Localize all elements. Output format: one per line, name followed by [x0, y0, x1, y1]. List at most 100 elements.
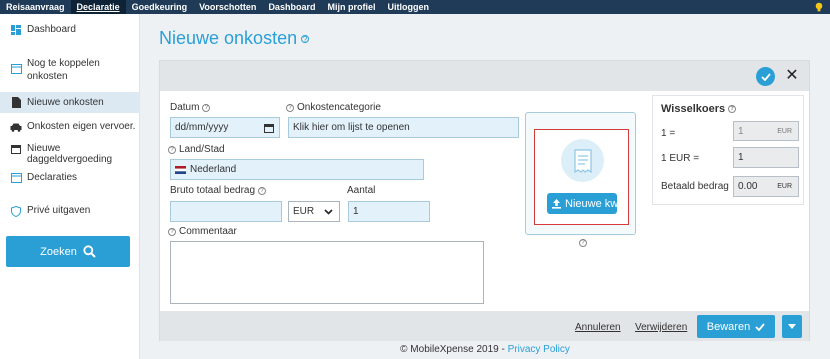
quantity-value: 1 — [353, 206, 359, 217]
country-field[interactable]: Nederland — [170, 159, 424, 180]
nav-mijn-profiel[interactable]: Mijn profiel — [321, 0, 381, 14]
country-value: Nederland — [190, 164, 237, 175]
quantity-field[interactable]: 1 — [348, 201, 430, 222]
window-icon — [10, 172, 22, 184]
country-label: ? Land/Stad — [168, 144, 225, 155]
sidebar-item-prive-uitgaven[interactable]: Privé uitgaven — [0, 205, 140, 217]
dashboard-icon — [10, 24, 22, 36]
close-icon[interactable]: ✕ — [784, 67, 800, 85]
sidebar-item-label: Nog te koppelen — [27, 58, 100, 69]
upload-highlight-box: Nieuwe kw — [534, 129, 629, 225]
nav-goedkeuring[interactable]: Goedkeuring — [126, 0, 194, 14]
nav-uitloggen[interactable]: Uitloggen — [381, 0, 435, 14]
paid-amount-label: Betaald bedrag — [661, 181, 729, 192]
comment-label: ? Commentaar — [168, 226, 237, 237]
comment-label-text: Commentaar — [179, 226, 237, 237]
amount-field[interactable] — [170, 201, 282, 222]
search-button[interactable]: Zoeken — [6, 236, 130, 267]
lightbulb-icon[interactable] — [814, 2, 824, 12]
netherlands-flag-icon — [175, 165, 186, 174]
rate-row1-label-text: 1 = — [661, 128, 676, 139]
chevron-down-icon — [324, 209, 333, 215]
sidebar-item-nog-te-koppelen[interactable]: Nog te koppelen onkosten — [0, 57, 140, 83]
help-icon[interactable]: ? — [286, 103, 294, 112]
sidebar-item-label: Nieuwe onkosten — [27, 97, 104, 108]
nav-reisaanvraag[interactable]: Reisaanvraag — [0, 0, 71, 14]
help-icon[interactable]: ? — [168, 145, 176, 154]
paid-amount-label-text: Betaald bedrag — [661, 181, 729, 192]
sidebar-item-dashboard[interactable]: Dashboard — [0, 24, 140, 36]
sidebar-item-declaraties[interactable]: Declaraties — [0, 172, 140, 184]
page-title: Nieuwe onkosten ? — [159, 28, 310, 49]
quantity-label-text: Aantal — [347, 185, 376, 196]
sidebar-item-onkosten-eigen-vervoer[interactable]: Onkosten eigen vervoer. — [0, 121, 140, 133]
help-icon[interactable]: ? — [258, 186, 267, 195]
page-title-text: Nieuwe onkosten — [159, 28, 298, 48]
exchange-rate-title: Wisselkoers? — [661, 103, 739, 115]
save-options-button[interactable] — [782, 315, 802, 338]
category-label: ? Onkostencategorie — [286, 102, 381, 113]
document-icon — [10, 97, 22, 109]
date-label: Datum? — [170, 102, 213, 113]
sidebar-item-label: Declaraties — [27, 172, 78, 183]
help-icon[interactable]: ? — [301, 34, 310, 43]
amount-label-text: Bruto totaal bedrag — [170, 185, 256, 196]
sidebar: Dashboard Nog te koppelen onkosten Nieuw… — [0, 14, 140, 359]
calendar-icon[interactable] — [264, 123, 274, 133]
upload-icon — [552, 199, 561, 209]
rate-row2-field[interactable]: 1 — [733, 147, 799, 168]
new-receipt-label: Nieuwe kw — [565, 197, 617, 210]
copyright-text: © MobileXpense 2019 - — [400, 344, 508, 355]
nav-dashboard[interactable]: Dashboard — [262, 0, 321, 14]
confirm-button[interactable] — [756, 67, 775, 86]
sidebar-item-label-line2: onkosten — [27, 71, 68, 82]
quantity-label: Aantal — [347, 185, 375, 196]
check-icon — [755, 322, 765, 331]
sidebar-item-label: Nieuwe daggeldvergoeding — [27, 143, 113, 165]
window-icon — [10, 63, 22, 75]
date-field[interactable]: dd/mm/yyyy — [170, 117, 280, 138]
help-icon[interactable]: ? — [728, 105, 737, 113]
rate-row1-value: 1 — [738, 125, 744, 137]
comment-textarea[interactable] — [170, 241, 484, 304]
currency-select[interactable]: EUR — [288, 201, 340, 222]
sidebar-item-nieuwe-daggeldvergoeding[interactable]: Nieuwe daggeldvergoeding — [0, 143, 140, 165]
search-button-label: Zoeken — [40, 245, 77, 258]
main-content: Nieuwe onkosten ? ✕ Datum? dd/mm/yyyy ? O… — [140, 14, 830, 359]
rate-row1-label: 1 = — [661, 128, 675, 139]
page-footer: © MobileXpense 2019 - Privacy Policy — [140, 344, 830, 355]
paid-amount-value: 0.00 — [738, 181, 758, 192]
help-icon[interactable]: ? — [202, 103, 211, 112]
sidebar-item-label: Privé uitgaven — [27, 205, 91, 216]
sidebar-item-label: Onkosten eigen vervoer. — [27, 121, 136, 132]
cancel-link[interactable]: Annuleren — [575, 322, 621, 333]
rate-row2-label-text: 1 EUR = — [661, 153, 700, 164]
country-label-text: Land/Stad — [179, 144, 225, 155]
nav-voorschotten[interactable]: Voorschotten — [193, 0, 262, 14]
help-icon[interactable]: ? — [579, 239, 587, 247]
privacy-policy-link[interactable]: Privacy Policy — [508, 344, 570, 355]
save-button-label: Bewaren — [706, 320, 751, 333]
paid-amount-unit: EUR — [777, 183, 792, 190]
help-icon[interactable]: ? — [168, 227, 176, 236]
rate-row1-field: 1 EUR — [733, 121, 799, 141]
nav-declaratie[interactable]: Declaratie — [70, 0, 126, 14]
caret-down-icon — [788, 324, 796, 329]
date-placeholder: dd/mm/yyyy — [175, 122, 229, 133]
delete-link[interactable]: Verwijderen — [635, 322, 687, 333]
sidebar-item-nieuwe-onkosten[interactable]: Nieuwe onkosten — [0, 92, 140, 113]
category-value: Klik hier om lijst te openen — [293, 122, 410, 133]
check-icon — [760, 72, 771, 81]
rate-row2-label: 1 EUR = — [661, 153, 699, 164]
sidebar-item-label: Dashboard — [27, 24, 76, 35]
rate-row2-value: 1 — [738, 152, 744, 163]
new-receipt-button[interactable]: Nieuwe kw — [547, 193, 617, 214]
expense-form-card: ✕ Datum? dd/mm/yyyy ? Onkostencategorie K… — [159, 60, 810, 341]
exchange-rate-title-text: Wisselkoers — [661, 103, 726, 115]
receipt-upload-panel: Nieuwe kw — [525, 112, 636, 235]
category-selector[interactable]: Klik hier om lijst te openen — [288, 117, 519, 138]
save-button[interactable]: Bewaren — [697, 315, 775, 338]
search-icon — [83, 245, 96, 258]
amount-label: Bruto totaal bedrag? — [170, 185, 269, 196]
rate-row1-unit: EUR — [777, 127, 792, 135]
